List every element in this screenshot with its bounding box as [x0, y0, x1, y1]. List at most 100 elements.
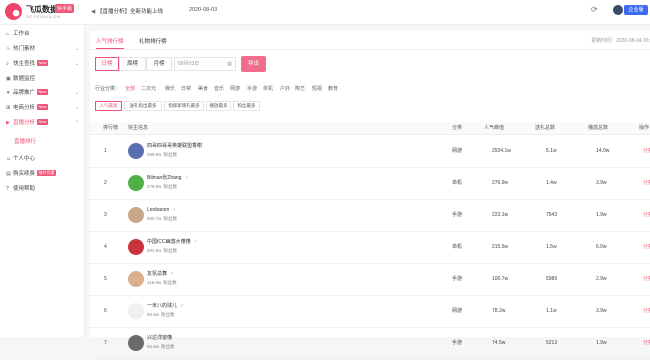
sidebar-subitem-live-ranking[interactable]: 直播排行 [14, 136, 85, 149]
sidebar-item-label: 电商分析 [13, 105, 36, 111]
popularity-cell: 100.7w [492, 276, 509, 282]
category-option[interactable]: 全部 [125, 85, 135, 93]
logo-mark-icon [5, 3, 22, 20]
sidebar-item[interactable]: ? 使用帮助 [0, 182, 85, 196]
analyze-link[interactable]: 分析 [643, 244, 650, 251]
gifts-cell: 1.5w [546, 244, 557, 250]
table-row[interactable]: 4中国ICC幽悠大懂懂♂203.9w粉丝数单机215.5w1.5w6.0w分析 [90, 232, 650, 264]
rank-number: 6 [104, 308, 107, 314]
calendar-icon: ▦ [227, 61, 232, 67]
analyze-link[interactable]: 分析 [643, 180, 650, 187]
category-option[interactable]: 网游 [230, 85, 240, 93]
announcement-date: 2020-08-03 [189, 7, 218, 13]
category-option[interactable]: 娱乐 [165, 85, 175, 93]
announcement[interactable]: ◀ 【直播分析】全新功能上线 [91, 7, 163, 15]
business-edition-button[interactable]: 企业版 [624, 5, 648, 15]
tab-popularity-ranking[interactable]: 人气排行榜 [96, 36, 124, 49]
category-option[interactable]: 陶艺 [295, 85, 305, 93]
analyze-link[interactable]: 分析 [643, 148, 650, 155]
sort-button[interactable]: 播放最多 [206, 101, 231, 111]
category-option[interactable]: 短视 [312, 85, 322, 93]
category-option[interactable]: 日常 [181, 85, 191, 93]
category-option[interactable]: 音乐 [214, 85, 224, 93]
tab-gift-ranking[interactable]: 礼物排行榜 [139, 36, 167, 48]
sidebar-item-label: 品牌推广 [13, 90, 36, 96]
sidebar-item[interactable]: ⌕ 快主查找 New ⌄ [0, 57, 85, 71]
period-daily-button[interactable]: 日榜 [95, 57, 119, 71]
table-row[interactable]: 5友氛总舞♂116.9w粉丝数手游100.7w59892.9w分析 [90, 264, 650, 296]
sidebar-item[interactable]: ♨ 热门素材 ⌄ [0, 42, 85, 56]
logo[interactable]: 飞瓜数据 快手版 DZ.FEIGUA.CN [5, 3, 85, 22]
category-cell: 手游 [452, 276, 463, 282]
wallet-icon: ▤ [6, 171, 11, 177]
table-row[interactable]: 3Leobanon♂690.7w粉丝数手游223.1w75431.9w分析 [90, 200, 650, 232]
sidebar-item[interactable]: ▤ 购买续费 限时优惠 [0, 167, 85, 181]
category-option[interactable]: 户外 [280, 85, 290, 93]
date-picker[interactable]: 08月03日 ▦ [174, 57, 236, 71]
analyze-link[interactable]: 分析 [643, 212, 650, 219]
sort-button[interactable]: 粉丝最多 [233, 101, 260, 111]
sidebar-item[interactable]: ▶ 直播分析 New ⌃ [0, 116, 85, 130]
category-option[interactable]: 手游 [247, 85, 257, 93]
chevron-icon: ⌄ [74, 61, 79, 67]
anchor-avatar[interactable] [128, 143, 144, 159]
gifts-cell: 7543 [546, 212, 558, 218]
anchor-name[interactable]: Leobanon ♂ [147, 207, 176, 214]
period-monthly-button[interactable]: 月榜 [146, 57, 172, 71]
fans-label: 粉丝数 [161, 312, 175, 317]
table-row[interactable]: 2 Bilman张Zhang ♂ 276.9w 粉丝数 单机 276.9w 1.4w 3.9w 分… [90, 168, 650, 200]
anchor-name[interactable]: 兴达洋窗懂 [147, 335, 172, 342]
period-weekly-button[interactable]: 周榜 [119, 57, 146, 71]
sort-button[interactable]: 送礼指出最多 [124, 101, 162, 111]
sidebar-item[interactable]: ✦ 品牌推广 New ⌄ [0, 86, 85, 100]
gifts-cell: 5213 [546, 340, 558, 346]
category-cell: 手游 [452, 340, 463, 346]
table-row[interactable]: 6一米八的球儿♂56.9w粉丝数网游78.2w1.1w3.9w分析 [90, 296, 650, 328]
table-row[interactable]: 7 兴达洋窗懂 66.8w粉丝数 手游 74.5w 5213 1.9w 分析 [90, 328, 650, 360]
anchor-name[interactable]: 四哥四哥哥英雄联盟香榭 [147, 143, 202, 150]
analyze-link[interactable]: 分析 [643, 308, 650, 315]
anchor-avatar[interactable] [128, 271, 144, 287]
analyze-link[interactable]: 分析 [643, 340, 650, 347]
header-gifts[interactable]: 送礼总数 [535, 122, 555, 135]
category-option[interactable]: 教育 [328, 85, 338, 93]
header-popularity[interactable]: 人气峰值 [484, 122, 504, 135]
anchor-name[interactable]: 中国ICC幽悠大懂懂 ♂ [147, 239, 197, 246]
anchor-avatar[interactable] [128, 239, 144, 255]
anchor-fans: 276.9w 粉丝数 [147, 183, 177, 190]
anchor-name[interactable]: 一米八的球儿 ♂ [147, 303, 184, 310]
analyze-link[interactable]: 分析 [643, 276, 650, 283]
fans-label: 粉丝数 [163, 152, 178, 157]
table-header: 排行榜 快主信息 分类 人气峰值 送礼总数 播放总数 操作 [90, 122, 650, 135]
male-icon: ♂ [170, 271, 174, 277]
sidebar-item[interactable]: ▣ 数据监控 [0, 72, 85, 86]
anchor-avatar[interactable] [128, 335, 144, 351]
refresh-icon[interactable]: ⟳ [591, 5, 600, 14]
anchor-avatar[interactable] [128, 303, 144, 319]
fans-value: 116.9w [147, 280, 162, 285]
edition-badge: 快手版 [55, 4, 75, 13]
anchor-name[interactable]: 友氛总舞 ♂ [147, 271, 174, 278]
sidebar-item[interactable]: ☺ 个人中心 [0, 152, 85, 166]
popularity-cell: 2934.1w [492, 148, 511, 154]
category-option[interactable]: 单机 [263, 85, 273, 93]
fans-label: 粉丝数 [163, 184, 178, 189]
export-button[interactable]: 导出 [241, 56, 266, 72]
header-plays[interactable]: 播放总数 [588, 122, 608, 135]
sidebar-item-tag: New [37, 60, 49, 66]
sort-button[interactable]: 人气最高 [95, 101, 122, 111]
user-avatar[interactable] [613, 5, 623, 15]
anchor-avatar[interactable] [128, 207, 144, 223]
sort-button[interactable]: 指挥新增礼最多 [164, 101, 204, 111]
anchor-name[interactable]: Bilman张Zhang ♂ [147, 175, 188, 182]
category-option[interactable]: 二次元 [141, 85, 156, 93]
category-option[interactable]: 美食 [198, 85, 208, 93]
sidebar-item-tag: New [37, 89, 49, 95]
table-row[interactable]: 1 四哥四哥哥英雄联盟香榭 458.8w 粉丝数 网游 2934.1w 5.1w 14.0w 分… [90, 136, 650, 168]
sidebar-item[interactable]: ⌂ 工作台 [0, 27, 85, 41]
gifts-cell: 5989 [546, 276, 558, 282]
gifts-cell: 1.1w [546, 308, 557, 314]
sidebar-item[interactable]: ⊞ 电商分析 New ⌄ [0, 101, 85, 115]
anchor-avatar[interactable] [128, 175, 144, 191]
chevron-icon: ⌃ [74, 120, 79, 126]
